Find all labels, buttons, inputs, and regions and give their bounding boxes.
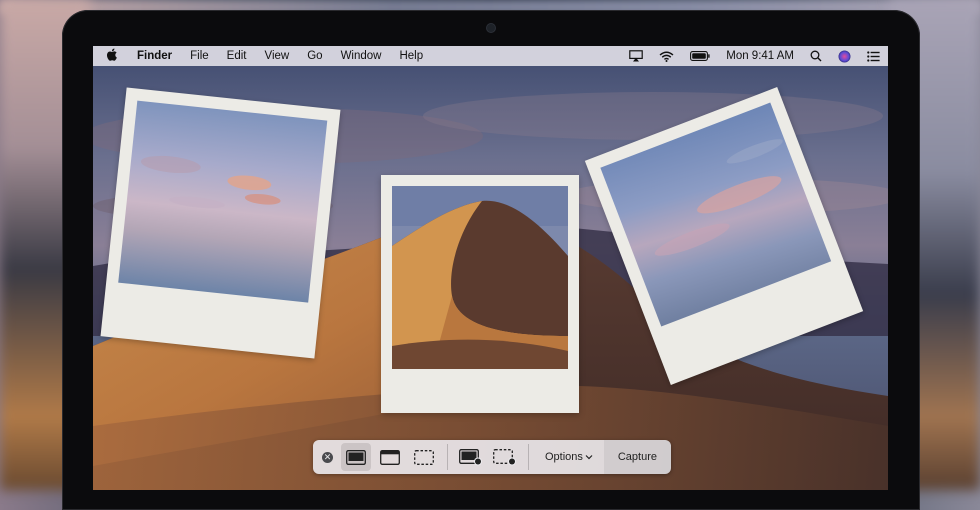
capture-selection-icon — [414, 449, 434, 465]
dune-photo-center — [392, 186, 568, 369]
menu-bar-status-area: Mon 9:41 AM — [621, 50, 888, 63]
record-entire-screen-icon — [459, 448, 482, 465]
spotlight-search-icon[interactable] — [810, 50, 822, 62]
menu-go[interactable]: Go — [298, 50, 331, 62]
menu-app-finder[interactable]: Finder — [128, 50, 181, 62]
apple-logo-icon[interactable] — [93, 48, 128, 64]
capture-entire-screen-button[interactable] — [341, 443, 371, 471]
record-selection-icon — [493, 448, 516, 465]
menu-view[interactable]: View — [256, 50, 299, 62]
close-icon[interactable]: ✕ — [322, 451, 333, 463]
options-menu-button[interactable]: Options — [535, 451, 603, 463]
desktop-screen: Finder File Edit View Go Window Help Mon… — [93, 46, 888, 490]
polaroid-frame-center — [381, 175, 579, 413]
capture-window-button[interactable] — [375, 443, 405, 471]
airplay-icon[interactable] — [629, 50, 644, 62]
menu-help[interactable]: Help — [390, 50, 432, 62]
camera-icon — [487, 24, 495, 32]
record-selection-button[interactable] — [490, 443, 520, 471]
sky-photo-left — [118, 100, 328, 303]
capture-window-icon — [380, 449, 400, 465]
notification-center-icon[interactable] — [867, 50, 880, 62]
record-entire-screen-button[interactable] — [456, 443, 486, 471]
screenshot-toolbar: ✕ Options Capture — [313, 440, 671, 474]
menu-bar-clock[interactable]: Mon 9:41 AM — [726, 50, 794, 62]
capture-entire-screen-icon — [346, 449, 366, 465]
menu-file[interactable]: File — [181, 50, 218, 62]
menu-window[interactable]: Window — [332, 50, 391, 62]
toolbar-divider — [528, 444, 529, 470]
wifi-icon[interactable] — [659, 51, 674, 62]
polaroid-frame-left — [100, 87, 341, 359]
capture-selection-button[interactable] — [409, 443, 439, 471]
toolbar-divider — [447, 444, 448, 470]
siri-icon[interactable] — [838, 50, 851, 63]
menu-bar: Finder File Edit View Go Window Help Mon… — [93, 46, 888, 66]
capture-button[interactable]: Capture — [603, 440, 671, 474]
chevron-down-icon — [585, 455, 593, 460]
battery-icon[interactable] — [690, 51, 710, 61]
menu-edit[interactable]: Edit — [218, 50, 256, 62]
options-label: Options — [545, 451, 583, 463]
